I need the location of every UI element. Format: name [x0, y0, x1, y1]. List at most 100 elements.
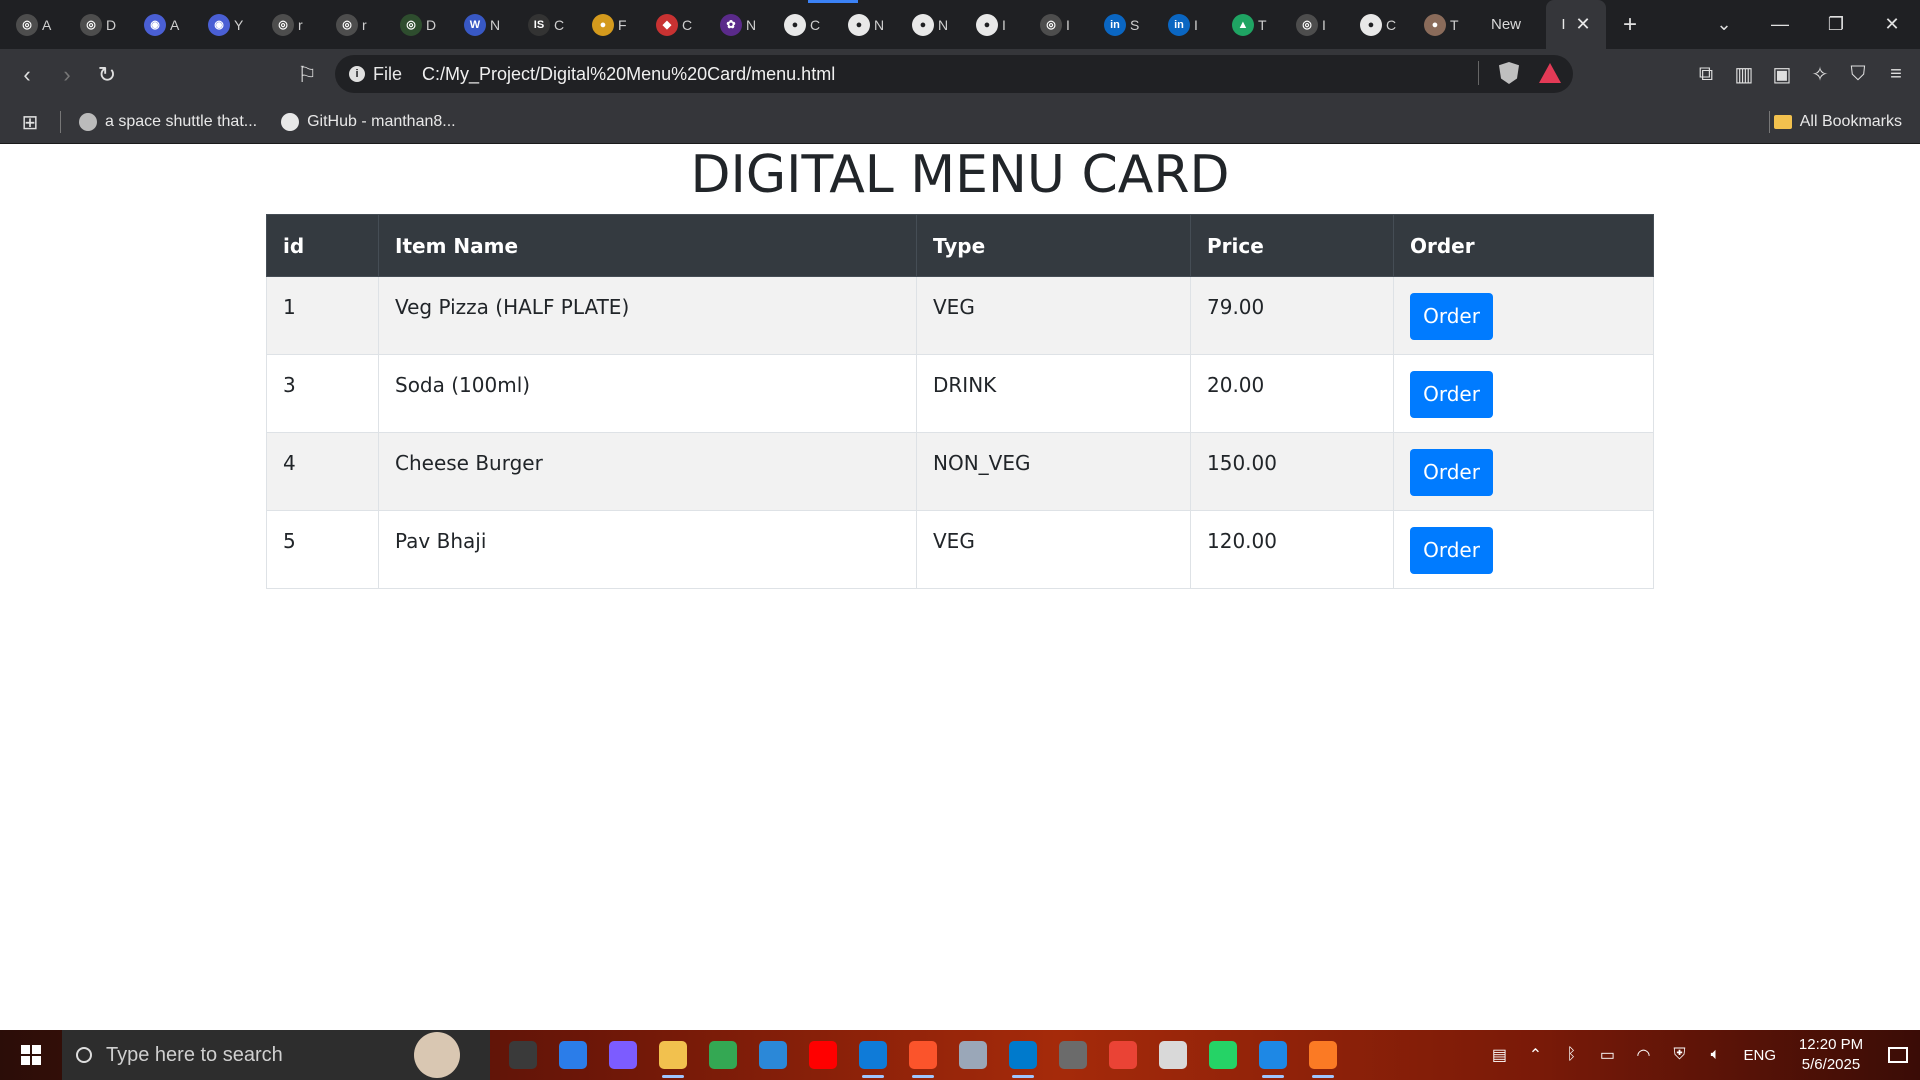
file-explorer-icon[interactable] — [648, 1030, 698, 1080]
gmail-icon[interactable] — [1098, 1030, 1148, 1080]
tab-item[interactable]: IS C — [514, 0, 578, 49]
tab-label: I — [1194, 16, 1198, 33]
tab-item[interactable]: ◆ C — [642, 0, 706, 49]
vpn-icon[interactable]: ⛉ — [1844, 55, 1872, 93]
tab-label: N — [874, 16, 884, 33]
browser-icon[interactable] — [1248, 1030, 1298, 1080]
openai-icon: ◎ — [272, 13, 294, 36]
browser-toolbar: ‹ › ↻ ⚐ i File C:/My_Project/Digital%20M… — [0, 49, 1920, 101]
tab-item[interactable]: ◎ A — [2, 0, 66, 49]
restore-icon[interactable]: ❐ — [1808, 14, 1864, 35]
whatsapp-icon[interactable] — [1198, 1030, 1248, 1080]
start-button[interactable] — [0, 1030, 62, 1080]
bluetooth-icon[interactable]: ᛒ — [1553, 1030, 1589, 1080]
copilot-icon[interactable] — [598, 1030, 648, 1080]
store-icon[interactable] — [548, 1030, 598, 1080]
bookmark-item[interactable]: GitHub - manthan8... — [281, 113, 456, 131]
notification-icon[interactable] — [1876, 1030, 1920, 1080]
app-glyph — [659, 1041, 687, 1069]
minimize-icon[interactable]: — — [1752, 14, 1808, 35]
bookmark-item[interactable]: a space shuttle that... — [79, 113, 257, 131]
vscode-icon[interactable] — [998, 1030, 1048, 1080]
tab-item[interactable]: ▲ T — [1218, 0, 1282, 49]
security-icon[interactable]: ⛨ — [1661, 1030, 1697, 1080]
show-hidden-icons[interactable]: ⌃ — [1517, 1030, 1553, 1080]
flower-icon: ✿ — [720, 13, 742, 36]
order-button[interactable]: Order — [1410, 449, 1493, 496]
tab-item[interactable]: ● N — [834, 0, 898, 49]
tab-item[interactable]: ◉ Y — [194, 0, 258, 49]
brave-rewards-icon[interactable] — [1539, 63, 1561, 83]
youtube-icon[interactable] — [798, 1030, 848, 1080]
tab-search-icon[interactable]: ⌄ — [1696, 14, 1752, 35]
settings-icon[interactable] — [1048, 1030, 1098, 1080]
tab-item[interactable]: ● T — [1410, 0, 1474, 49]
tab-item[interactable]: ● C — [770, 0, 834, 49]
leo-ai-icon[interactable]: ✧ — [1806, 55, 1834, 93]
info-icon[interactable]: i — [349, 66, 365, 82]
tab-item[interactable]: WN — [450, 0, 514, 49]
clock[interactable]: 12:20 PM 5/6/2025 — [1786, 1035, 1876, 1075]
tab-item[interactable]: in I — [1154, 0, 1218, 49]
address-url[interactable]: C:/My_Project/Digital%20Menu%20Card/menu… — [422, 64, 835, 85]
tab-item[interactable]: ● C — [1346, 0, 1410, 49]
bookmark-page-icon[interactable]: ⚐ — [288, 56, 326, 94]
forward-icon[interactable]: › — [48, 56, 86, 94]
language-indicator[interactable]: ENG — [1743, 1047, 1776, 1064]
news-app-icon[interactable] — [1148, 1030, 1198, 1080]
task-view-icon[interactable] — [498, 1030, 548, 1080]
tab-new[interactable]: New — [1474, 0, 1538, 49]
tab-item[interactable]: ◎ r — [258, 0, 322, 49]
xampp-icon[interactable] — [1298, 1030, 1348, 1080]
tab-item[interactable]: ● N — [898, 0, 962, 49]
tab-item[interactable]: ◉ A — [130, 0, 194, 49]
news-icon[interactable] — [748, 1030, 798, 1080]
volume-icon[interactable]: 🔈︎ — [1697, 1030, 1733, 1080]
photos-icon[interactable] — [948, 1030, 998, 1080]
tab-item[interactable]: in S — [1090, 0, 1154, 49]
bookmark-label: GitHub - manthan8... — [307, 113, 456, 130]
wallet-icon[interactable]: ▣ — [1768, 55, 1796, 93]
order-button[interactable]: Order — [1410, 293, 1493, 340]
new-tab-button[interactable]: + — [1606, 11, 1654, 39]
cell-id: 1 — [266, 276, 379, 355]
taskbar-search[interactable]: Type here to search — [62, 1030, 490, 1080]
tab-item[interactable]: ◎ D — [66, 0, 130, 49]
github-icon: ● — [848, 13, 870, 36]
app-glyph — [1159, 1041, 1187, 1069]
network-icon[interactable]: ◠ — [1625, 1030, 1661, 1080]
tab-item[interactable]: ◎ I — [1026, 0, 1090, 49]
reload-icon[interactable]: ↻ — [88, 56, 126, 94]
menu-icon[interactable]: ≡ — [1882, 55, 1910, 93]
back-icon[interactable]: ‹ — [8, 56, 46, 94]
apps-icon[interactable]: ⊞ — [0, 110, 60, 135]
chrome-icon[interactable] — [698, 1030, 748, 1080]
tab-label: C — [682, 16, 692, 33]
sidebar-icon[interactable]: ▥ — [1730, 55, 1758, 93]
search-placeholder: Type here to search — [106, 1043, 283, 1066]
tab-label: I — [1561, 16, 1566, 33]
order-button[interactable]: Order — [1410, 371, 1493, 418]
tab-label: T — [1450, 16, 1459, 33]
address-bar[interactable]: i File C:/My_Project/Digital%20Menu%20Ca… — [335, 55, 1573, 93]
toolbar-actions: ⧉ ▥ ▣ ✧ ⛉ ≡ — [1692, 55, 1910, 93]
brave-icon[interactable] — [898, 1030, 948, 1080]
tab-item[interactable]: ● F — [578, 0, 642, 49]
close-window-icon[interactable]: ✕ — [1864, 14, 1920, 35]
tab-item[interactable]: ✿ N — [706, 0, 770, 49]
cell-item-name: Soda (100ml) — [378, 354, 917, 433]
order-button[interactable]: Order — [1410, 527, 1493, 574]
all-bookmarks-button[interactable]: All Bookmarks — [1773, 113, 1902, 131]
tab-item[interactable]: ◎ D — [386, 0, 450, 49]
tab-item[interactable]: ◎ I — [1282, 0, 1346, 49]
tab-label: r — [362, 16, 367, 33]
tab-item[interactable]: ● I — [962, 0, 1026, 49]
brave-shields-icon[interactable] — [1499, 62, 1519, 84]
extensions-icon[interactable]: ⧉ — [1692, 55, 1720, 93]
edge-icon[interactable] — [848, 1030, 898, 1080]
tab-active[interactable]: I ✕ — [1546, 0, 1606, 49]
news-widget-icon[interactable]: ▤ — [1481, 1030, 1517, 1080]
close-tab-icon[interactable]: ✕ — [1576, 14, 1591, 35]
battery-icon[interactable]: ▭ — [1589, 1030, 1625, 1080]
tab-item[interactable]: ◎ r — [322, 0, 386, 49]
